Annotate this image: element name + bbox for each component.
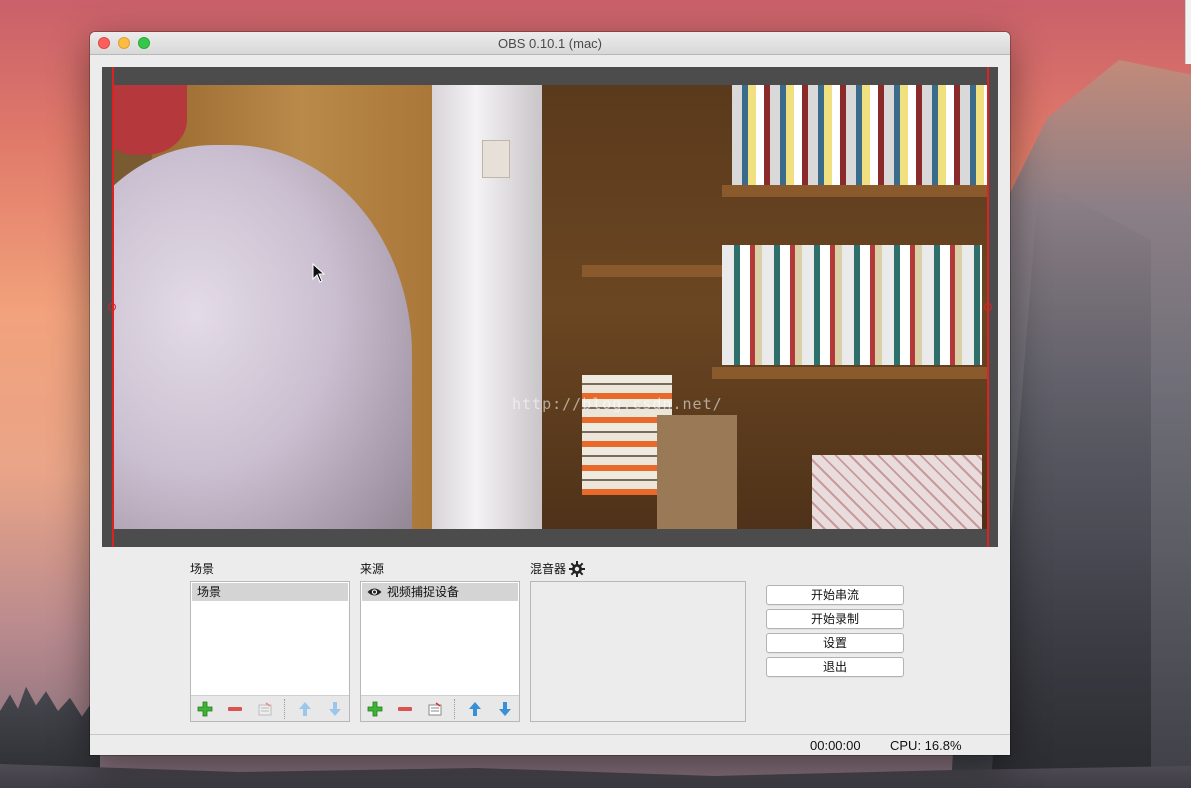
add-icon — [367, 701, 383, 717]
move-scene-down-button[interactable] — [325, 699, 345, 719]
obs-window: OBS 0.10.1 (mac) http://blog.csdn.net/ 场… — [90, 32, 1010, 755]
exit-button[interactable]: 退出 — [766, 657, 904, 677]
scenes-list[interactable]: 场景 — [190, 581, 350, 722]
scene-item[interactable]: 场景 — [192, 583, 348, 601]
toolbar-separator — [284, 699, 285, 719]
add-scene-button[interactable] — [195, 699, 215, 719]
scene-shelf-board — [712, 367, 988, 379]
scene-shelf-board — [582, 265, 722, 277]
video-capture-preview[interactable]: http://blog.csdn.net/ — [112, 85, 988, 529]
remove-icon — [228, 707, 242, 711]
add-icon — [197, 701, 213, 717]
scene-properties-button[interactable] — [255, 699, 275, 719]
window-title: OBS 0.10.1 (mac) — [497, 36, 603, 51]
watermark-text: http://blog.csdn.net/ — [512, 395, 723, 413]
toolbar-separator — [454, 699, 455, 719]
mixer-header: 混音器 — [530, 560, 586, 577]
move-source-down-button[interactable] — [495, 699, 515, 719]
move-down-icon — [499, 702, 511, 716]
move-up-icon — [299, 702, 311, 716]
scene-books — [732, 85, 988, 185]
remove-source-button[interactable] — [395, 699, 415, 719]
properties-icon — [258, 702, 272, 716]
mixer-panel[interactable] — [530, 581, 746, 722]
remove-scene-button[interactable] — [225, 699, 245, 719]
source-item-label: 视频捕捉设备 — [387, 585, 460, 599]
gear-icon[interactable] — [569, 560, 586, 577]
settings-button[interactable]: 设置 — [766, 633, 904, 653]
start-streaming-button[interactable]: 开始串流 — [766, 585, 904, 605]
preview-canvas[interactable]: http://blog.csdn.net/ — [102, 67, 998, 547]
sources-toolbar — [361, 695, 519, 721]
scenes-toolbar — [191, 695, 349, 721]
scene-shelf-board — [722, 185, 988, 197]
status-bar: 00:00:00 CPU: 16.8% — [90, 734, 1010, 755]
properties-icon — [428, 702, 442, 716]
move-up-icon — [469, 702, 481, 716]
add-source-button[interactable] — [365, 699, 385, 719]
background-window-edge[interactable] — [1185, 0, 1191, 64]
scene-books — [722, 245, 982, 365]
source-properties-button[interactable] — [425, 699, 445, 719]
move-scene-up-button[interactable] — [295, 699, 315, 719]
scene-cloth — [812, 455, 982, 529]
move-down-icon — [329, 702, 341, 716]
move-source-up-button[interactable] — [465, 699, 485, 719]
scenes-label: 场景 — [190, 562, 215, 576]
recording-time: 00:00:00 — [810, 738, 861, 753]
title-bar[interactable]: OBS 0.10.1 (mac) — [90, 32, 1010, 55]
sources-label: 来源 — [360, 562, 385, 576]
cpu-usage: CPU: 16.8% — [890, 738, 962, 753]
mixer-label: 混音器 — [530, 562, 567, 576]
eye-icon[interactable] — [367, 587, 382, 597]
resize-handle-left[interactable] — [108, 303, 116, 311]
remove-icon — [398, 707, 412, 711]
sources-list[interactable]: 视频捕捉设备 — [360, 581, 520, 722]
scene-box — [657, 415, 737, 529]
source-item[interactable]: 视频捕捉设备 — [362, 583, 518, 601]
resize-handle-right[interactable] — [984, 303, 992, 311]
scene-switch — [482, 140, 510, 178]
start-recording-button[interactable]: 开始录制 — [766, 609, 904, 629]
